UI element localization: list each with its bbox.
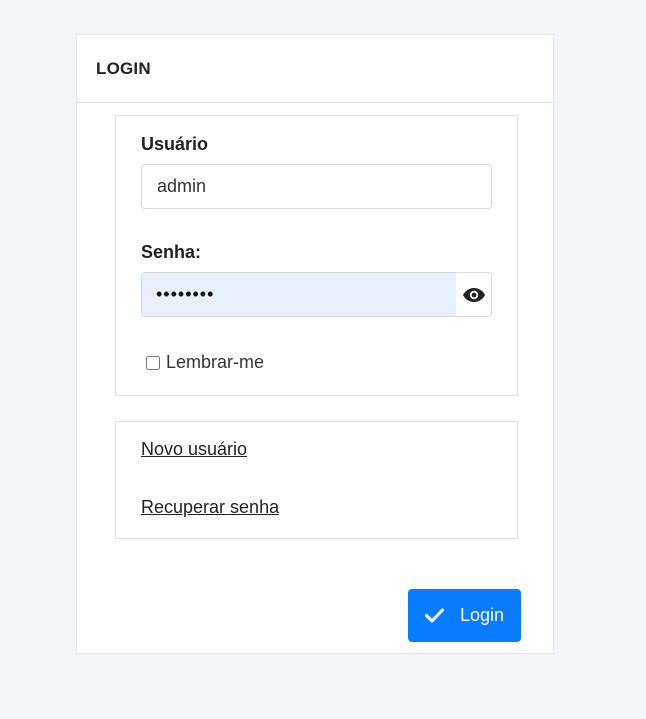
remember-me[interactable]: Lembrar-me bbox=[146, 352, 264, 373]
check-icon bbox=[424, 608, 444, 623]
card-header: LOGIN bbox=[77, 35, 553, 103]
remember-me-checkbox[interactable] bbox=[146, 355, 160, 370]
username-label: Usuário bbox=[141, 134, 209, 154]
login-button[interactable]: Login bbox=[408, 589, 521, 642]
password-field-group bbox=[141, 272, 492, 317]
eye-icon bbox=[462, 287, 485, 302]
login-button-label: Login bbox=[459, 605, 505, 625]
password-input[interactable] bbox=[142, 273, 456, 316]
recover-password-link[interactable]: Recuperar senha bbox=[141, 497, 279, 518]
credentials-panel: Usuário Senha: Lembrar-me bbox=[115, 115, 518, 396]
password-label: Senha: bbox=[141, 242, 202, 262]
new-user-link[interactable]: Novo usuário bbox=[141, 439, 247, 460]
card-title: LOGIN bbox=[96, 58, 151, 78]
links-panel: Novo usuário Recuperar senha bbox=[115, 421, 518, 539]
login-card: LOGIN Usuário Senha: Lembrar-me Novo usu… bbox=[76, 34, 554, 654]
show-password-toggle[interactable] bbox=[456, 273, 491, 316]
username-input[interactable] bbox=[141, 164, 492, 209]
remember-me-label: Lembrar-me bbox=[166, 352, 265, 372]
